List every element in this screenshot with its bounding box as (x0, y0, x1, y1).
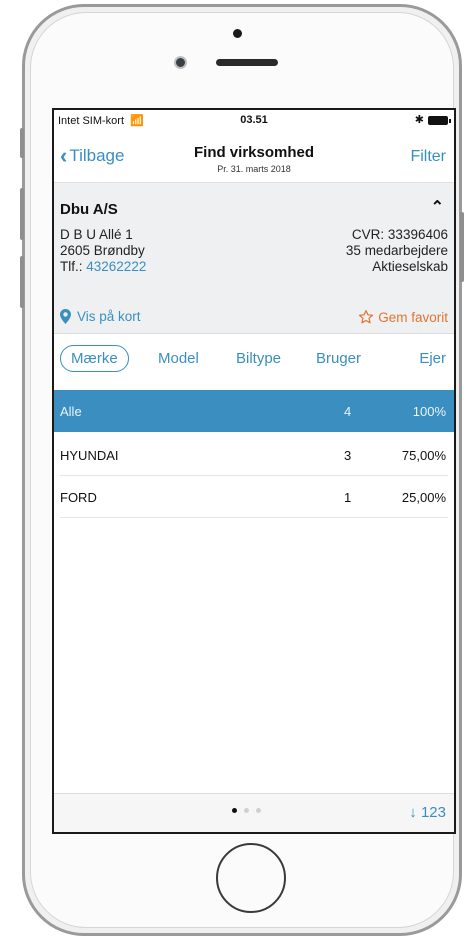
company-card: Dbu A/S ⌃ D B U Allé 1 2605 Brøndby Tlf.… (54, 182, 454, 334)
page-dot-active (232, 808, 237, 813)
star-icon (359, 310, 374, 324)
sort-label: 123 (420, 804, 446, 821)
tab-model[interactable]: Model (158, 350, 199, 367)
list-item-selected[interactable]: Alle 4 100% (54, 390, 454, 432)
clock: 03.51 (240, 114, 268, 126)
phone-link[interactable]: 43262222 (86, 259, 146, 274)
front-camera (174, 56, 187, 69)
show-on-map-label: Vis på kort (77, 309, 141, 324)
address-line1: D B U Allé 1 (60, 227, 133, 242)
filter-button[interactable]: Filter (410, 148, 446, 166)
show-on-map-link[interactable]: Vis på kort (60, 309, 141, 324)
company-address: D B U Allé 1 2605 Brøndby Tlf.: 43262222 (60, 227, 146, 275)
tab-bruger[interactable]: Bruger (316, 350, 361, 367)
app-screen: Intet SIM-kort 📶 03.51 ✱ ‹ Tilbage Find … (52, 108, 456, 834)
navigation-bar: ‹ Tilbage Find virksomhed Pr. 31. marts … (54, 130, 454, 182)
bottom-bar: ↓ 123 (54, 793, 454, 832)
phone-prefix: Tlf.: (60, 259, 83, 274)
row-percentage: 75,00% (401, 447, 446, 463)
save-favorite-link[interactable]: Gem favorit (358, 309, 448, 325)
power-button (460, 212, 464, 282)
row-count: 1 (344, 489, 352, 505)
battery-icon (428, 116, 451, 125)
proximity-sensor (233, 29, 242, 38)
volume-down-button (20, 256, 24, 308)
map-pin-icon (60, 309, 71, 324)
sort-button[interactable]: ↓ 123 (409, 804, 446, 821)
page-subtitle: Pr. 31. marts 2018 (217, 164, 291, 174)
home-button[interactable] (216, 843, 286, 913)
category-tabs: Mærke Model Biltype Bruger Ejer (54, 333, 454, 383)
row-label: HYUNDAI (60, 447, 119, 463)
company-facts: CVR: 33396406 35 medarbejdere Aktieselsk… (346, 227, 448, 275)
row-percentage: 25,00% (401, 489, 446, 505)
page-title: Find virksomhed (193, 144, 315, 161)
list-item[interactable]: FORD 1 25,00% (54, 476, 454, 518)
row-label: Alle (60, 403, 82, 419)
row-label: FORD (60, 489, 97, 505)
tab-biltype[interactable]: Biltype (236, 350, 281, 367)
company-name: Dbu A/S (60, 201, 118, 218)
side-button (20, 128, 24, 158)
company-type: Aktieselskab (372, 259, 448, 274)
cvr-number: CVR: 33396406 (351, 227, 448, 242)
row-count: 4 (344, 403, 352, 419)
page-dot (244, 808, 249, 813)
row-percentage: 100% (412, 403, 446, 419)
page-indicator[interactable] (232, 808, 261, 813)
list-item[interactable]: HYUNDAI 3 75,00% (54, 434, 454, 476)
row-count: 3 (344, 447, 352, 463)
status-bar: Intet SIM-kort 📶 03.51 ✱ (54, 110, 454, 130)
save-favorite-label: Gem favorit (378, 309, 448, 325)
page-dot (256, 808, 261, 813)
earpiece-speaker (216, 59, 278, 66)
phone-line: Tlf.: 43262222 (60, 259, 146, 275)
employee-count: 35 medarbejdere (345, 243, 448, 258)
bluetooth-icon: ✱ (414, 114, 424, 126)
chevron-up-icon[interactable]: ⌃ (431, 197, 444, 217)
tab-maerke[interactable]: Mærke (60, 344, 129, 372)
address-line2: 2605 Brøndby (60, 243, 145, 258)
volume-up-button (20, 188, 24, 240)
tab-ejer[interactable]: Ejer (419, 350, 446, 367)
sort-arrow-icon: ↓ (409, 804, 417, 821)
